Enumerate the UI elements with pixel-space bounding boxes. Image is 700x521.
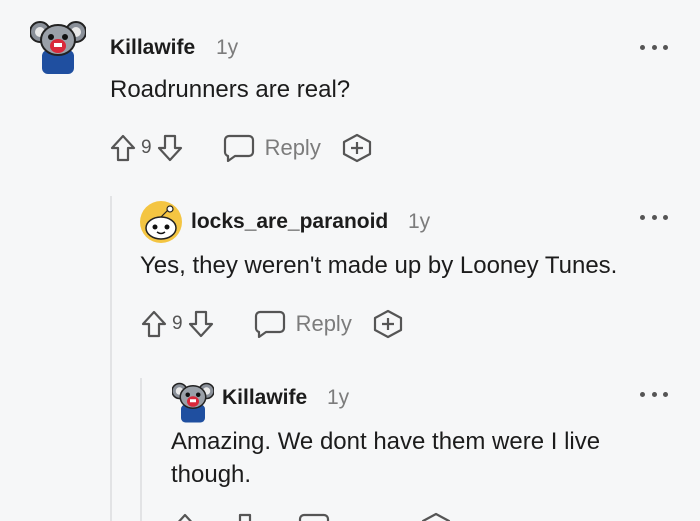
upvote-arrow-icon[interactable] (139, 309, 169, 339)
downvote-arrow-icon[interactable] (230, 512, 260, 521)
more-options-icon[interactable] (640, 212, 668, 222)
speech-bubble-icon (254, 310, 285, 338)
more-options-icon[interactable] (640, 42, 668, 52)
comment: locks_are_paranoid 1y Yes, they weren't … (0, 190, 700, 370)
yellow-snoo-avatar-icon[interactable] (139, 200, 183, 244)
reply-label: Reply (264, 135, 321, 160)
comment-age: 1y (216, 36, 239, 59)
upvote-arrow-icon[interactable] (170, 512, 200, 521)
comment: Killawife 1y Roadrunners are real? 9 Rep… (0, 0, 700, 190)
upvote-arrow-icon[interactable] (108, 133, 138, 163)
comment: Killawife 1y Amazing. We dont have them … (0, 370, 700, 521)
speech-bubble-icon (298, 513, 330, 521)
reply-button[interactable] (298, 513, 330, 521)
comment-age: 1y (408, 210, 431, 233)
comment-actions (170, 510, 452, 521)
username[interactable]: locks_are_paranoid (191, 210, 388, 234)
award-plus-icon[interactable] (420, 511, 452, 521)
more-options-icon[interactable] (640, 389, 668, 399)
koala-avatar-icon[interactable] (30, 12, 86, 76)
downvote-arrow-icon[interactable] (186, 309, 216, 339)
comment-age: 1y (327, 386, 350, 409)
speech-bubble-icon (223, 134, 254, 162)
username[interactable]: Killawife (110, 36, 195, 60)
comment-actions: 9 Reply (139, 307, 404, 341)
vote-score: 9 (141, 137, 152, 158)
award-plus-icon[interactable] (372, 308, 404, 340)
comment-actions: 9 Reply (108, 131, 373, 165)
award-plus-icon[interactable] (341, 132, 373, 164)
koala-avatar-icon[interactable] (172, 376, 214, 424)
vote-score: 9 (172, 313, 183, 334)
reply-label: Reply (295, 311, 352, 336)
comment-text: Yes, they weren't made up by Looney Tune… (140, 252, 618, 279)
reply-button[interactable]: Reply (254, 310, 352, 338)
reply-button[interactable]: Reply (223, 134, 321, 162)
username[interactable]: Killawife (222, 386, 307, 410)
comment-text: Roadrunners are real? (110, 76, 351, 103)
downvote-arrow-icon[interactable] (155, 133, 185, 163)
comment-text: Amazing. We dont have them were I live t… (171, 428, 601, 488)
